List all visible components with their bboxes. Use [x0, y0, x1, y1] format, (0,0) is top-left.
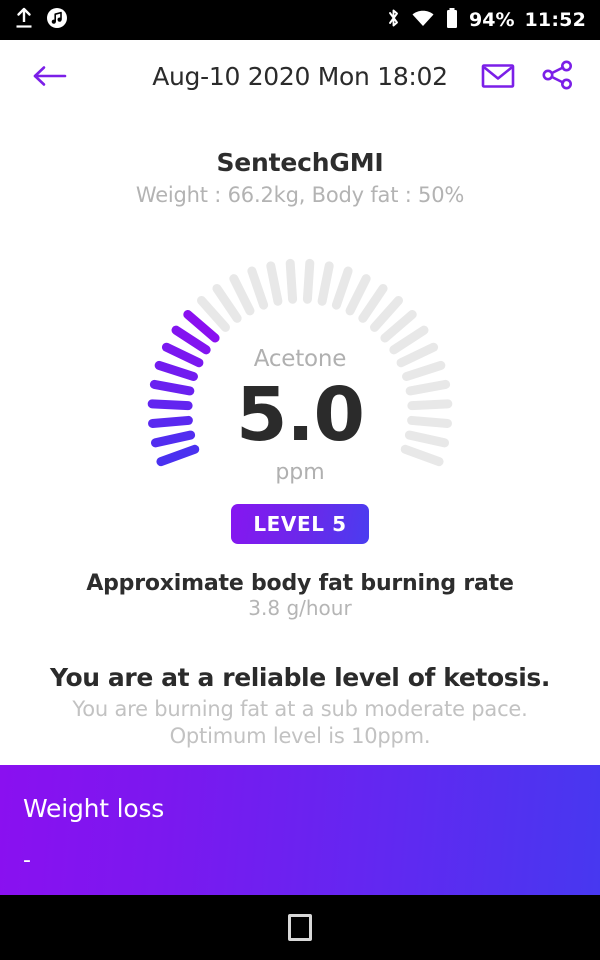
burn-rate-value: 3.8 g/hour [248, 596, 352, 620]
gauge-tick [404, 430, 450, 448]
gauge-tick [154, 360, 198, 382]
gauge-tick [405, 379, 451, 396]
ketosis-message-title: You are at a reliable level of ketosis. [50, 663, 550, 692]
share-icon [541, 60, 575, 94]
bluetooth-icon [386, 7, 401, 33]
device-stats: Weight : 66.2kg, Body fat : 50% [135, 183, 465, 207]
gauge-tick [212, 284, 242, 323]
gauge-ticks-svg [147, 258, 453, 467]
status-bar-clock: 11:52 [524, 9, 586, 31]
gauge-tick [156, 444, 200, 467]
gauge-tick [285, 258, 298, 304]
gauge-tick [402, 360, 446, 382]
level-badge-wrap: LEVEL 5 [0, 504, 600, 544]
gauge-tick [247, 266, 269, 310]
gauge-tick [161, 342, 204, 368]
acetone-gauge: Acetone 5.0 ppm [130, 236, 470, 506]
gauge-tick [197, 296, 230, 332]
gauge-tick [358, 284, 388, 323]
gauge-tick [171, 325, 211, 355]
gauge-tick [396, 342, 439, 368]
music-note-icon [46, 7, 68, 33]
battery-percent: 94% [469, 9, 515, 31]
gauge-tick [147, 399, 193, 411]
gauge-tick [149, 379, 195, 396]
ketosis-message-line1: You are burning fat at a sub moderate pa… [72, 697, 528, 721]
burn-rate-title: Approximate body fat burning rate [86, 571, 514, 596]
ketosis-message-line2: Optimum level is 10ppm. [169, 724, 431, 748]
gauge-tick [148, 415, 193, 428]
square-recents-icon[interactable] [288, 914, 312, 941]
gauge-tick [370, 296, 403, 332]
weight-loss-card[interactable]: Weight loss - [0, 765, 600, 895]
status-bar-left-icons [14, 7, 68, 33]
app-bar-actions [478, 58, 578, 96]
gauge-tick [266, 261, 283, 306]
share-button[interactable] [538, 58, 578, 96]
phone-screen: 94% 11:52 Aug-10 2020 Mon 18:02 SentechG… [0, 0, 600, 960]
gauge-tick [407, 415, 452, 428]
mail-button[interactable] [478, 58, 518, 96]
gauge-tick [150, 430, 196, 448]
device-name: SentechGMI [216, 148, 384, 177]
gauge-tick [317, 261, 334, 306]
weight-loss-value: - [23, 848, 31, 873]
upload-icon [14, 7, 34, 33]
gauge-tick [331, 266, 353, 310]
gauge-tick [407, 399, 453, 411]
status-badge[interactable]: LEVEL 5 [231, 504, 369, 544]
gauge-tick [229, 274, 255, 316]
gauge-tick [183, 310, 220, 343]
status-bar: 94% 11:52 [0, 0, 600, 40]
envelope-icon [481, 61, 515, 93]
gauge-tick [400, 444, 444, 467]
battery-icon [445, 7, 459, 34]
status-bar-right-icons: 94% 11:52 [386, 7, 586, 34]
wifi-icon [411, 8, 435, 32]
weight-loss-title: Weight loss [23, 794, 165, 823]
gauge-tick [389, 325, 429, 355]
gauge-tick [345, 274, 371, 316]
gauge-tick [302, 258, 315, 304]
system-nav-bar [0, 895, 600, 960]
gauge-tick [380, 310, 417, 343]
